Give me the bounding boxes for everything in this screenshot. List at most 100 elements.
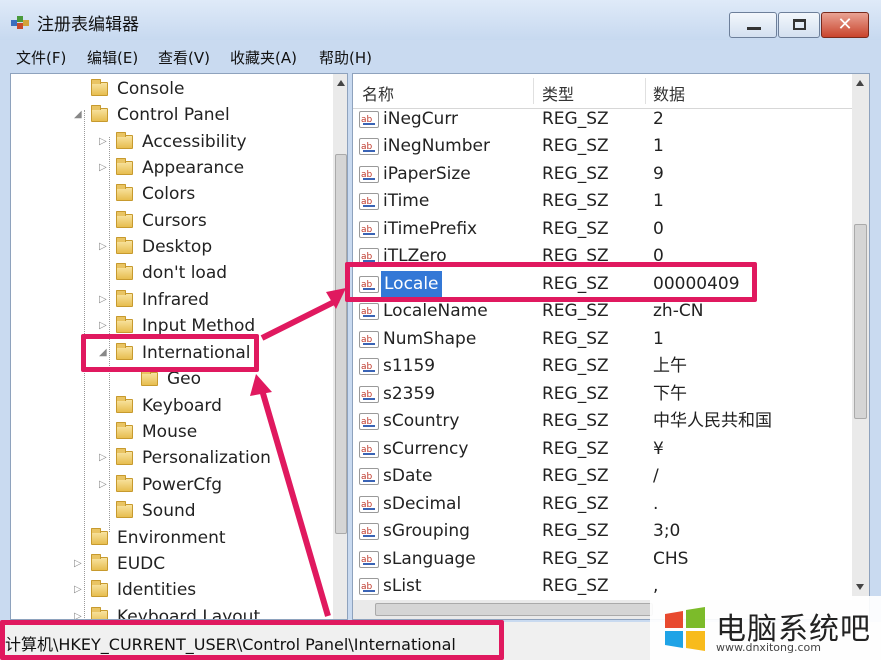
value-row-scurrency[interactable]: ab sCurrency REG_SZ ¥ (353, 436, 849, 463)
value-type: REG_SZ (542, 576, 609, 596)
folder-icon (141, 369, 158, 386)
collapse-icon[interactable]: ◢ (74, 102, 86, 128)
value-row-inegcurr[interactable]: ab iNegCurr REG_SZ 2 (353, 106, 849, 133)
title-bar[interactable]: 注册表编辑器 ✕ (0, 0, 881, 40)
expand-icon[interactable]: ▷ (74, 551, 86, 577)
value-data: 上午 (653, 356, 687, 376)
minimize-icon (747, 27, 761, 30)
menu-edit[interactable]: 编辑(E) (87, 47, 138, 68)
string-value-icon-text: ab (361, 527, 373, 537)
scroll-down-icon[interactable] (856, 584, 864, 590)
expand-icon[interactable]: ▷ (99, 234, 111, 260)
folder-open-icon (91, 105, 108, 122)
tree-item-label: Keyboard Layout (117, 607, 261, 620)
close-button[interactable]: ✕ (821, 12, 869, 38)
registry-values-pane[interactable]: 名称 类型 数据 ab iNegCurr REG_SZ 2 ab iNegNum… (352, 73, 870, 620)
string-value-icon-text: ab (361, 582, 373, 592)
expand-icon[interactable]: ▷ (74, 577, 86, 603)
menu-favorites[interactable]: 收藏夹(A) (230, 47, 297, 68)
value-row-sgrouping[interactable]: ab sGrouping REG_SZ 3;0 (353, 518, 849, 545)
value-data: 1 (653, 136, 664, 156)
value-row-sdecimal[interactable]: ab sDecimal REG_SZ . (353, 491, 849, 518)
folder-icon (116, 263, 133, 280)
value-type: REG_SZ (542, 411, 609, 431)
string-value-icon-text: ab (361, 225, 373, 235)
string-value-icon-text: ab (361, 115, 373, 125)
value-row-inegnumber[interactable]: ab iNegNumber REG_SZ 1 (353, 133, 849, 160)
value-type: REG_SZ (542, 356, 609, 376)
folder-icon (116, 132, 133, 149)
string-value-icon: ab (359, 578, 379, 595)
menu-view[interactable]: 查看(V) (158, 47, 210, 68)
expand-icon[interactable]: ▷ (74, 604, 86, 619)
value-data: zh-CN (653, 301, 704, 321)
value-row-numshape[interactable]: ab NumShape REG_SZ 1 (353, 326, 849, 353)
value-row-ipapersize[interactable]: ab iPaperSize REG_SZ 9 (353, 161, 849, 188)
expand-icon[interactable]: ▷ (99, 155, 111, 181)
folder-icon (116, 448, 133, 465)
string-value-icon: ab (359, 441, 379, 458)
value-data: 1 (653, 329, 664, 349)
expand-icon[interactable]: ▷ (99, 472, 111, 498)
value-data: 1 (653, 191, 664, 211)
value-name: s1159 (383, 356, 436, 376)
tree-vertical-scrollbar[interactable] (333, 74, 347, 619)
tree-item-label: PowerCfg (142, 475, 223, 495)
value-data: 中华人民共和国 (653, 411, 772, 431)
column-header-type[interactable]: 类型 (542, 81, 574, 105)
path-highlight-box (0, 620, 504, 660)
tree-item-label: Identities (117, 580, 197, 600)
maximize-button[interactable] (778, 12, 820, 38)
folder-icon (116, 316, 133, 333)
tree-item-label: Keyboard (142, 396, 222, 416)
menu-help[interactable]: 帮助(H) (319, 47, 372, 68)
value-type: REG_SZ (542, 136, 609, 156)
value-name: LocaleName (383, 301, 488, 321)
value-row-itimeprefix[interactable]: ab iTimePrefix REG_SZ 0 (353, 216, 849, 243)
value-type: REG_SZ (542, 466, 609, 486)
tree-item-label: Infrared (142, 290, 210, 310)
value-name: sCountry (383, 411, 460, 431)
value-row-s1159[interactable]: ab s1159 REG_SZ 上午 (353, 353, 849, 380)
minimize-button[interactable] (729, 12, 777, 38)
tree-item-label: don't load (142, 263, 228, 283)
value-row-sdate[interactable]: ab sDate REG_SZ / (353, 463, 849, 490)
value-name: iNegNumber (383, 136, 490, 156)
value-row-s2359[interactable]: ab s2359 REG_SZ 下午 (353, 381, 849, 408)
value-row-localename[interactable]: ab LocaleName REG_SZ zh-CN (353, 298, 849, 325)
international-highlight-box (81, 334, 259, 372)
value-row-itime[interactable]: ab iTime REG_SZ 1 (353, 188, 849, 215)
scrollbar-thumb[interactable] (375, 603, 653, 616)
tree-item-label: Personalization (142, 448, 271, 468)
scrollbar-thumb[interactable] (335, 154, 347, 534)
value-row-scountry[interactable]: ab sCountry REG_SZ 中华人民共和国 (353, 408, 849, 435)
value-name: iNegCurr (383, 109, 459, 129)
value-name: iTime (383, 191, 430, 211)
value-type: REG_SZ (542, 439, 609, 459)
value-row-slanguage[interactable]: ab sLanguage REG_SZ CHS (353, 546, 849, 573)
value-data: / (653, 466, 659, 486)
column-divider[interactable] (533, 78, 534, 104)
expand-icon[interactable]: ▷ (99, 287, 111, 313)
string-value-icon-text: ab (361, 500, 373, 510)
folder-icon (91, 580, 108, 597)
values-vertical-scrollbar[interactable] (852, 74, 869, 600)
folder-icon (91, 528, 108, 545)
value-name: iTimePrefix (383, 219, 478, 239)
string-value-icon-text: ab (361, 170, 373, 180)
expand-icon[interactable]: ▷ (99, 445, 111, 471)
column-header-data[interactable]: 数据 (653, 81, 685, 105)
expand-icon[interactable]: ▷ (99, 129, 111, 155)
column-divider[interactable] (645, 78, 646, 104)
column-header-name[interactable]: 名称 (362, 81, 394, 105)
string-value-icon: ab (359, 331, 379, 348)
menu-file[interactable]: 文件(F) (16, 47, 66, 68)
scrollbar-thumb[interactable] (854, 224, 867, 419)
tree-item-label: Accessibility (142, 132, 247, 152)
scroll-up-icon[interactable] (337, 80, 345, 86)
scroll-up-icon[interactable] (856, 80, 864, 86)
value-data: CHS (653, 549, 689, 569)
tree-item-label: Control Panel (117, 105, 230, 125)
value-data: ¥ (653, 439, 664, 459)
string-value-icon-text: ab (361, 445, 373, 455)
